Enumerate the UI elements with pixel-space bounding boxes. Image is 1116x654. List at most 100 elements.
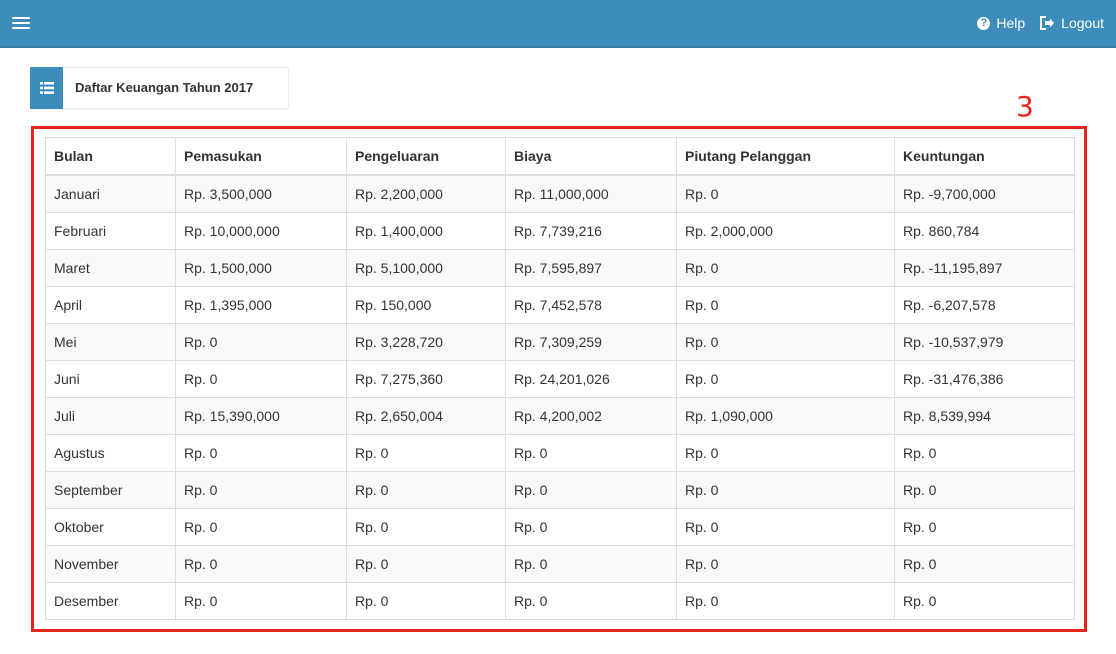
cell-pengeluaran: Rp. 2,650,004: [346, 397, 506, 435]
cell-pemasukan: Rp. 0: [175, 434, 347, 472]
cell-piutang-pelanggan: Rp. 0: [676, 582, 895, 620]
cell-biaya: Rp. 0: [505, 434, 677, 472]
cell-biaya: Rp. 0: [505, 545, 677, 583]
finance-table: Bulan Pemasukan Pengeluaran Biaya Piutan…: [45, 137, 1075, 620]
cell-biaya: Rp. 11,000,000: [505, 174, 677, 213]
cell-bulan: Oktober: [45, 508, 176, 546]
cell-pengeluaran: Rp. 3,228,720: [346, 323, 506, 361]
cell-pemasukan: Rp. 0: [175, 508, 347, 546]
cell-biaya: Rp. 24,201,026: [505, 360, 677, 398]
cell-piutang-pelanggan: Rp. 0: [676, 323, 895, 361]
cell-keuntungan: Rp. -6,207,578: [894, 286, 1075, 324]
cell-piutang-pelanggan: Rp. 1,090,000: [676, 397, 895, 435]
logout-label: Logout: [1061, 15, 1104, 31]
cell-bulan: Agustus: [45, 434, 176, 472]
cell-pemasukan: Rp. 3,500,000: [175, 174, 347, 213]
cell-biaya: Rp. 7,595,897: [505, 249, 677, 287]
cell-pemasukan: Rp. 1,500,000: [175, 249, 347, 287]
cell-keuntungan: Rp. 0: [894, 582, 1075, 620]
finance-table-container: Bulan Pemasukan Pengeluaran Biaya Piutan…: [45, 137, 1075, 620]
cell-pengeluaran: Rp. 0: [346, 545, 506, 583]
cell-pemasukan: Rp. 0: [175, 323, 347, 361]
column-header-pengeluaran[interactable]: Pengeluaran: [346, 137, 506, 176]
cell-keuntungan: Rp. 0: [894, 471, 1075, 509]
cell-bulan: Juli: [45, 397, 176, 435]
table-row: Juli Rp. 15,390,000 Rp. 2,650,004 Rp. 4,200…: [45, 397, 1075, 435]
table-row: September Rp. 0 Rp. 0 Rp. 0 Rp. 0 Rp. 0: [45, 471, 1075, 509]
cell-biaya: Rp. 7,309,259: [505, 323, 677, 361]
cell-keuntungan: Rp. -31,476,386: [894, 360, 1075, 398]
cell-biaya: Rp. 7,452,578: [505, 286, 677, 324]
cell-piutang-pelanggan: Rp. 0: [676, 508, 895, 546]
panel-title: Daftar Keuangan Tahun 2017: [75, 80, 254, 95]
table-row: Mei Rp. 0 Rp. 3,228,720 Rp. 7,309,259 Rp. 0R…: [45, 323, 1075, 361]
cell-biaya: Rp. 4,200,002: [505, 397, 677, 435]
cell-keuntungan: Rp. 8,539,994: [894, 397, 1075, 435]
cell-pengeluaran: Rp. 150,000: [346, 286, 506, 324]
cell-piutang-pelanggan: Rp. 0: [676, 174, 895, 213]
table-header-row: Bulan Pemasukan Pengeluaran Biaya Piutan…: [45, 137, 1075, 176]
cell-pengeluaran: Rp. 2,200,000: [346, 174, 506, 213]
cell-pengeluaran: Rp. 0: [346, 471, 506, 509]
cell-keuntungan: Rp. 0: [894, 508, 1075, 546]
cell-pemasukan: Rp. 10,000,000: [175, 212, 347, 250]
column-header-piutang-pelanggan[interactable]: Piutang Pelanggan: [676, 137, 895, 176]
table-row: Desember Rp. 0 Rp. 0 Rp. 0 Rp. 0 Rp. 0: [45, 582, 1075, 620]
cell-pemasukan: Rp. 1,395,000: [175, 286, 347, 324]
cell-pengeluaran: Rp. 0: [346, 434, 506, 472]
cell-bulan: Desember: [45, 582, 176, 620]
cell-keuntungan: Rp. -9,700,000: [894, 174, 1075, 213]
cell-piutang-pelanggan: Rp. 0: [676, 545, 895, 583]
cell-pengeluaran: Rp. 1,400,000: [346, 212, 506, 250]
cell-pemasukan: Rp. 0: [175, 471, 347, 509]
table-row: April Rp. 1,395,000 Rp. 150,000 Rp. 7,452,5…: [45, 286, 1075, 324]
cell-piutang-pelanggan: Rp. 2,000,000: [676, 212, 895, 250]
cell-pengeluaran: Rp. 7,275,360: [346, 360, 506, 398]
sign-out-icon: [1039, 16, 1055, 30]
cell-piutang-pelanggan: Rp. 0: [676, 286, 895, 324]
cell-biaya: Rp. 0: [505, 471, 677, 509]
cell-bulan: Februari: [45, 212, 176, 250]
table-row: Agustus Rp. 0 Rp. 0 Rp. 0 Rp. 0 Rp. 0: [45, 434, 1075, 472]
table-row: Maret Rp. 1,500,000 Rp. 5,100,000 Rp. 7,595…: [45, 249, 1075, 287]
cell-keuntungan: Rp. -11,195,897: [894, 249, 1075, 287]
navbar-right-menu: ? Help Logout: [963, 0, 1104, 46]
cell-pemasukan: Rp. 15,390,000: [175, 397, 347, 435]
column-header-keuntungan[interactable]: Keuntungan: [894, 137, 1075, 176]
cell-piutang-pelanggan: Rp. 0: [676, 360, 895, 398]
list-icon: [30, 67, 63, 109]
column-header-bulan[interactable]: Bulan: [45, 137, 176, 176]
table-row: Oktober Rp. 0 Rp. 0 Rp. 0 Rp. 0 Rp. 0: [45, 508, 1075, 546]
cell-biaya: Rp. 0: [505, 508, 677, 546]
cell-keuntungan: Rp. 860,784: [894, 212, 1075, 250]
cell-piutang-pelanggan: Rp. 0: [676, 471, 895, 509]
table-row: Februari Rp. 10,000,000 Rp. 1,400,000 Rp. 7…: [45, 212, 1075, 250]
table-row: November Rp. 0 Rp. 0 Rp. 0 Rp. 0 Rp. 0: [45, 545, 1075, 583]
cell-keuntungan: Rp. 0: [894, 434, 1075, 472]
cell-bulan: November: [45, 545, 176, 583]
hamburger-menu-icon[interactable]: [12, 14, 30, 30]
help-link[interactable]: ? Help: [977, 15, 1025, 31]
column-header-biaya[interactable]: Biaya: [505, 137, 677, 176]
cell-pemasukan: Rp. 0: [175, 360, 347, 398]
column-header-pemasukan[interactable]: Pemasukan: [175, 137, 347, 176]
table-row: Juni Rp. 0 Rp. 7,275,360 Rp. 24,201,026 Rp. …: [45, 360, 1075, 398]
cell-pengeluaran: Rp. 5,100,000: [346, 249, 506, 287]
help-label: Help: [996, 15, 1026, 31]
panel-header: Daftar Keuangan Tahun 2017: [30, 67, 289, 109]
cell-pemasukan: Rp. 0: [175, 545, 347, 583]
cell-biaya: Rp. 7,739,216: [505, 212, 677, 250]
cell-biaya: Rp. 0: [505, 582, 677, 620]
logout-link[interactable]: Logout: [1039, 15, 1104, 31]
cell-bulan: Januari: [45, 174, 176, 213]
cell-piutang-pelanggan: Rp. 0: [676, 249, 895, 287]
cell-piutang-pelanggan: Rp. 0: [676, 434, 895, 472]
cell-keuntungan: Rp. -10,537,979: [894, 323, 1075, 361]
cell-bulan: April: [45, 286, 176, 324]
cell-bulan: Mei: [45, 323, 176, 361]
cell-pengeluaran: Rp. 0: [346, 582, 506, 620]
table-row: Januari Rp. 3,500,000 Rp. 2,200,000 Rp. 11,…: [45, 174, 1075, 213]
cell-bulan: Maret: [45, 249, 176, 287]
question-circle-icon: ?: [977, 16, 991, 30]
annotation-number: 3: [1016, 90, 1034, 123]
